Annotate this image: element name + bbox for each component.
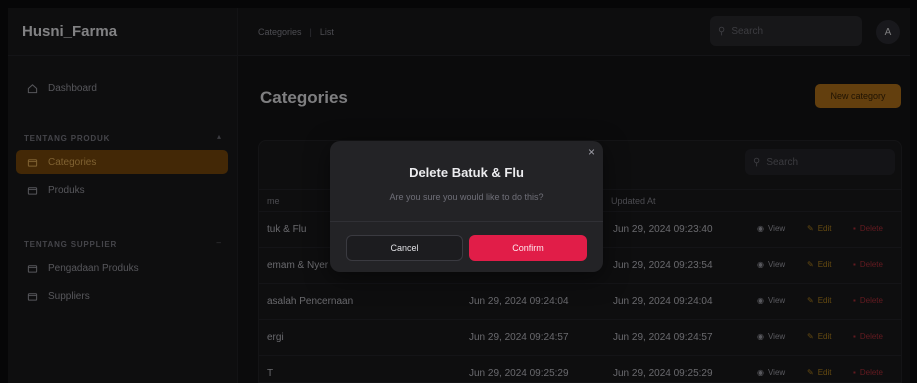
cancel-button[interactable]: Cancel (346, 235, 463, 261)
dialog-title: Delete Batuk & Flu (409, 165, 524, 180)
divider (330, 221, 603, 222)
close-icon[interactable]: × (588, 145, 595, 159)
confirm-button[interactable]: Confirm (469, 235, 587, 261)
dialog-description: Are you sure you would like to do this? (389, 192, 544, 202)
delete-confirmation-dialog: × Delete Batuk & Flu Are you sure you wo… (330, 141, 603, 272)
